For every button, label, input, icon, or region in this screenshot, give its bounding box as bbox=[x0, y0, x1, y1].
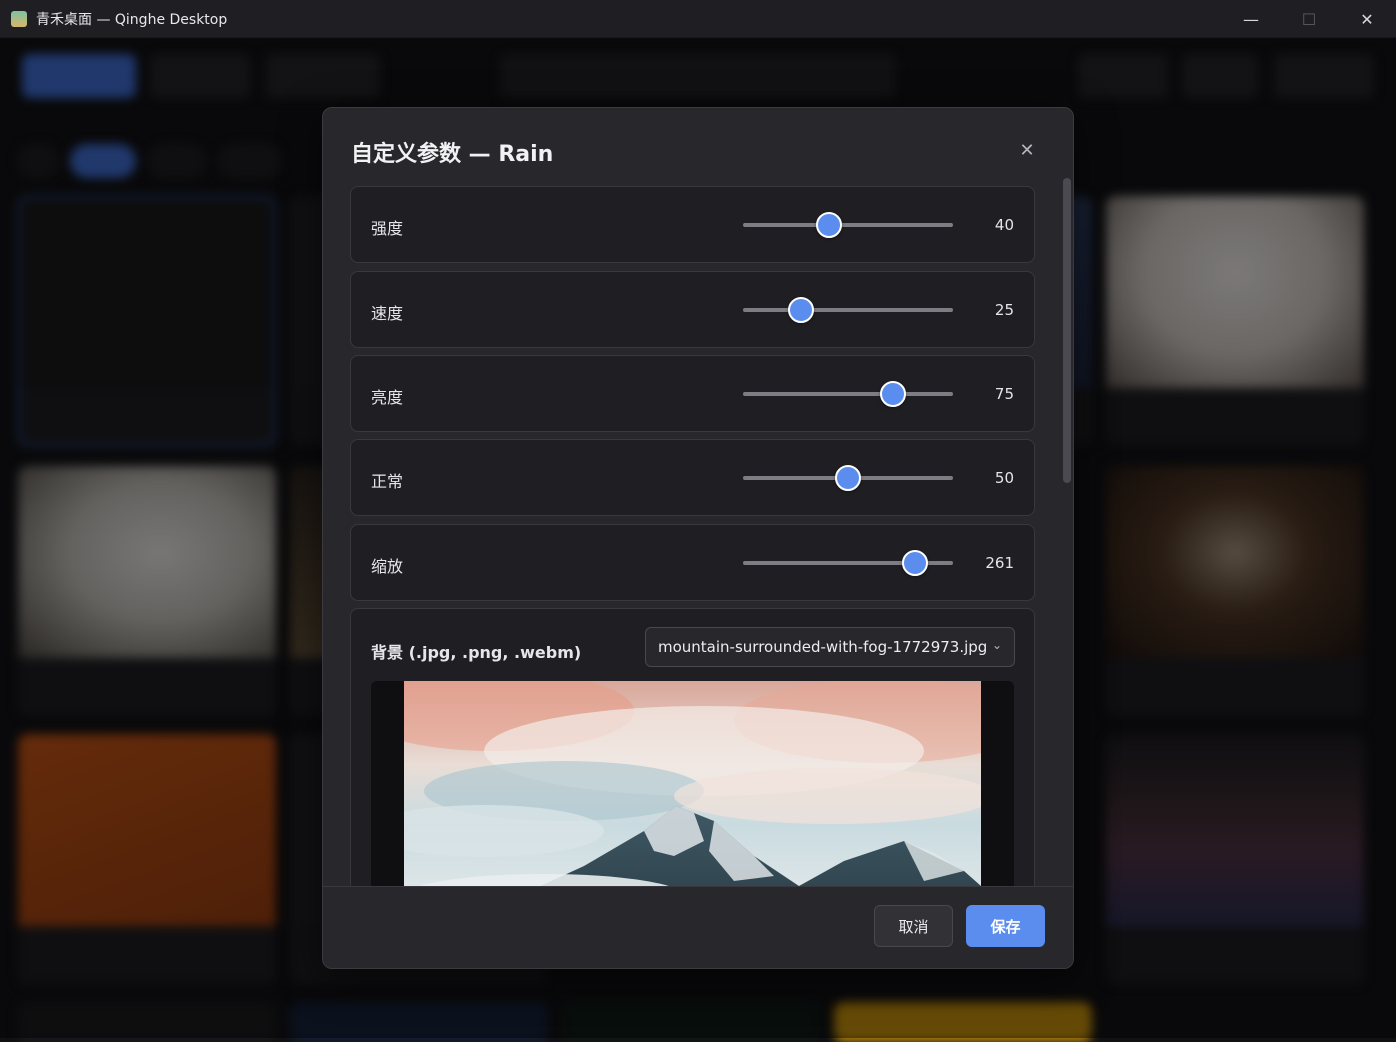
background-section: 背景 (.jpg, .png, .webm) mountain-surround… bbox=[350, 608, 1035, 886]
chevron-down-icon: ⌄ bbox=[991, 638, 1002, 652]
speed-slider[interactable] bbox=[743, 297, 953, 323]
mountain-preview-image bbox=[404, 681, 981, 886]
param-value: 50 bbox=[994, 469, 1014, 487]
param-row-speed: 速度 25 bbox=[350, 271, 1035, 348]
param-row-zoom: 缩放 261 bbox=[350, 524, 1035, 601]
background-file-select[interactable]: mountain-surrounded-with-fog-1772973.jpg… bbox=[645, 627, 1015, 667]
slider-thumb[interactable] bbox=[816, 212, 843, 238]
param-label: 正常 bbox=[371, 472, 404, 491]
slider-thumb[interactable] bbox=[787, 297, 814, 323]
window-controls: — ☐ ✕ bbox=[1222, 0, 1396, 38]
normal-slider[interactable] bbox=[743, 465, 953, 491]
background-label: 背景 (.jpg, .png, .webm) bbox=[371, 643, 582, 662]
param-value: 40 bbox=[994, 216, 1014, 234]
minimize-button[interactable]: — bbox=[1222, 0, 1280, 38]
dialog-body[interactable]: 强度 40 速度 25 亮度 75 正常 50 缩放 261 背景 (.jpg,… bbox=[323, 186, 1073, 886]
maximize-button: ☐ bbox=[1301, 9, 1317, 29]
app-logo-icon bbox=[11, 10, 27, 27]
title-bar: 青禾桌面 — Qinghe Desktop — ☐ ✕ bbox=[0, 0, 1396, 38]
param-value: 25 bbox=[994, 301, 1014, 319]
zoom-slider[interactable] bbox=[743, 550, 953, 576]
intensity-slider[interactable] bbox=[743, 212, 953, 238]
close-window-button[interactable]: ✕ bbox=[1338, 0, 1396, 38]
brightness-slider[interactable] bbox=[743, 381, 953, 407]
dialog-footer: 取消 保存 bbox=[323, 886, 1073, 968]
save-button[interactable]: 保存 bbox=[966, 905, 1045, 947]
param-label: 亮度 bbox=[371, 388, 404, 407]
slider-thumb[interactable] bbox=[835, 465, 861, 491]
param-row-intensity: 强度 40 bbox=[350, 186, 1035, 263]
background-preview bbox=[371, 681, 1014, 886]
param-value: 75 bbox=[994, 385, 1014, 403]
cancel-button[interactable]: 取消 bbox=[874, 905, 953, 947]
param-label: 速度 bbox=[371, 304, 404, 323]
param-label: 强度 bbox=[371, 219, 404, 238]
param-row-brightness: 亮度 75 bbox=[350, 355, 1035, 432]
dialog-scrollbar[interactable] bbox=[1063, 178, 1071, 483]
close-icon[interactable]: ✕ bbox=[1015, 138, 1039, 162]
param-value: 261 bbox=[985, 554, 1014, 572]
dialog-title: 自定义参数 — Rain bbox=[351, 142, 554, 167]
background-selected-value: mountain-surrounded-with-fog-1772973.jpg bbox=[658, 638, 988, 656]
window-title: 青禾桌面 — Qinghe Desktop bbox=[36, 11, 228, 28]
slider-thumb[interactable] bbox=[879, 381, 906, 407]
param-row-normal: 正常 50 bbox=[350, 439, 1035, 516]
custom-params-dialog: 自定义参数 — Rain ✕ 强度 40 速度 25 亮度 75 正常 50 缩… bbox=[322, 107, 1074, 969]
param-label: 缩放 bbox=[371, 557, 404, 576]
slider-thumb[interactable] bbox=[902, 550, 929, 576]
